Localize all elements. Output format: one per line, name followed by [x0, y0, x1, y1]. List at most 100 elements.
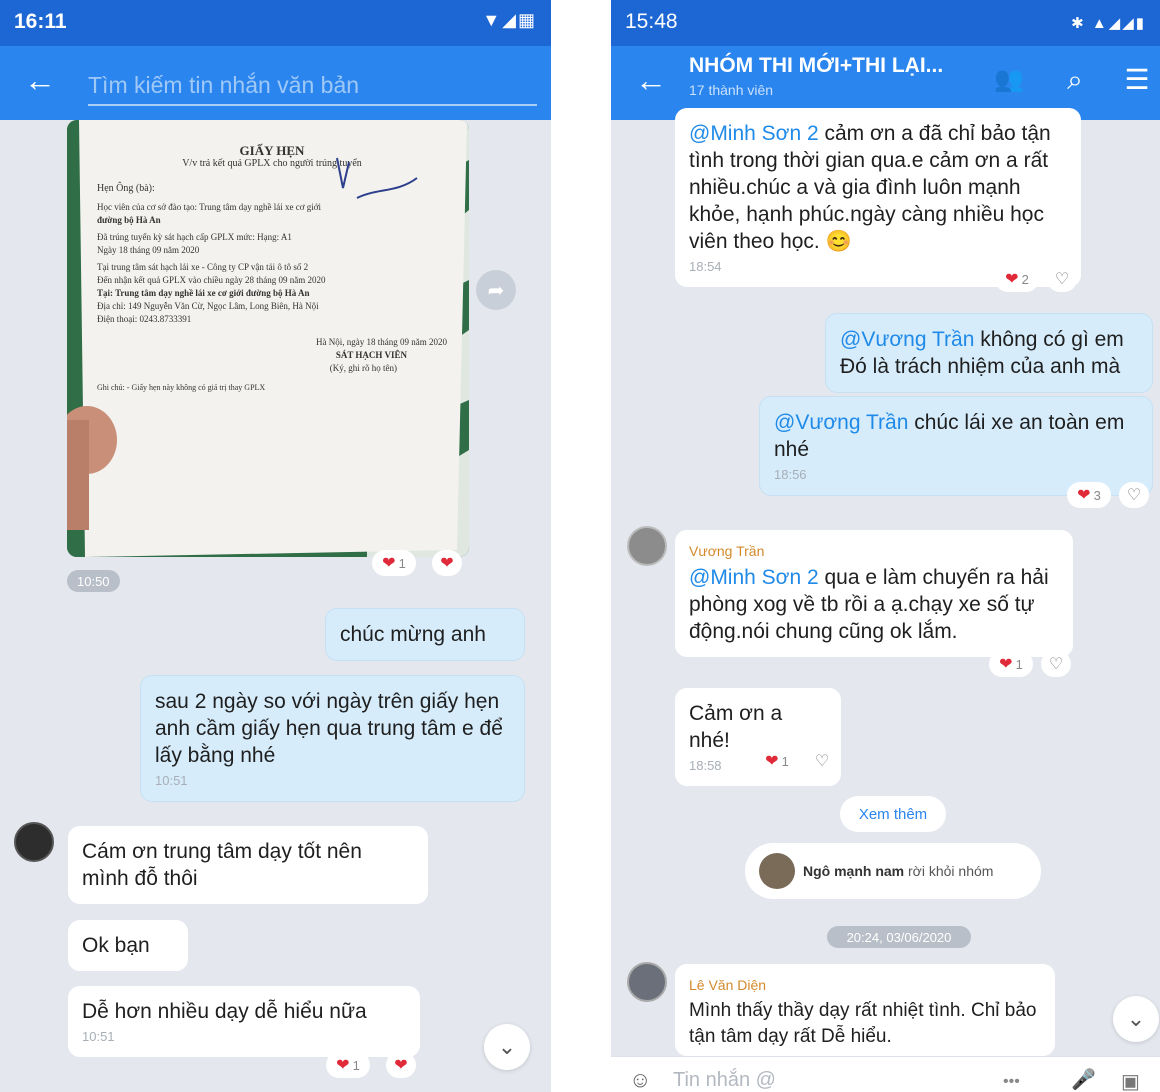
right-phone-screenshot: 15:48 ✱ ▲◢◢▮ ← NHÓM THI MỚI+THI LẠI... 1… — [611, 0, 1160, 1092]
status-icons: ✱ ▲◢◢▮ — [1071, 15, 1146, 32]
back-arrow-icon[interactable]: ← — [635, 64, 667, 96]
search-input[interactable] — [88, 66, 537, 104]
message-text: Dễ hơn nhiều dạy dễ hiểu nữa — [82, 1000, 367, 1023]
message-text: Cảm ơn a nhé! — [689, 702, 783, 752]
heart-outline-icon: ♡ — [1048, 656, 1064, 673]
system-text: Ngô mạnh nam rời khỏi nhóm — [803, 863, 993, 879]
message-reaction-count[interactable]: ❤ 1 — [989, 651, 1033, 677]
reaction-number: 1 — [398, 555, 406, 571]
slip-line-7: Tại: Trung tâm dạy nghề lái xe cơ giới đ… — [97, 288, 310, 298]
status-icons: ▼◢▦ — [482, 10, 537, 30]
message-reaction-count[interactable]: ❤ 2 — [995, 266, 1039, 292]
heart-outline-icon: ♡ — [1054, 271, 1070, 288]
sender-name[interactable]: Vương Trần — [689, 542, 1059, 560]
mention[interactable]: @Minh Sơn 2 — [689, 566, 819, 589]
like-button[interactable]: ♡ — [807, 748, 837, 774]
emoji-icon[interactable]: ☺ — [629, 1067, 651, 1092]
search-box[interactable] — [88, 66, 537, 106]
image-icon[interactable]: ▣ — [1121, 1069, 1140, 1092]
message-text: Ok bạn — [82, 934, 150, 957]
message-input[interactable]: Tin nhắn @ — [673, 1069, 776, 1092]
reaction-number: 1 — [781, 753, 789, 769]
outgoing-message[interactable]: @Vương Trần không có gì em Đó là trách n… — [825, 313, 1153, 393]
heart-icon: ❤ — [765, 753, 779, 770]
reaction-number: 3 — [1093, 487, 1101, 503]
message-text: @Minh Sơn 2 qua e làm chuyến ra hải phòn… — [689, 564, 1059, 645]
heart-icon: ❤ — [1005, 271, 1019, 288]
menu-icon[interactable]: ☰ — [1119, 62, 1155, 98]
message-text: @Vương Trần không có gì em Đó là trách n… — [840, 326, 1138, 380]
slip-line-8: Địa chỉ: 149 Nguyễn Văn Cừ, Ngọc Lâm, Lo… — [97, 301, 319, 311]
outgoing-message[interactable]: sau 2 ngày so với ngày trên giấy hẹn anh… — [140, 675, 525, 802]
status-bar: 16:11 ▼◢▦ — [0, 0, 551, 46]
message-text: Mình thấy thầy dạy rất nhiệt tình. Chỉ b… — [689, 1000, 1037, 1047]
heart-icon: ❤ — [336, 1057, 350, 1074]
share-icon[interactable]: ➦ — [476, 270, 516, 310]
slip-note: Ghi chú: - Giấy hẹn này không có giá trị… — [97, 383, 266, 392]
message-reaction-count[interactable]: ❤ 1 — [755, 748, 799, 774]
avatar[interactable] — [759, 853, 795, 889]
slip-line-5: Tại trung tâm sát hạch lái xe - Công ty … — [97, 262, 309, 272]
mention[interactable]: @Minh Sơn 2 — [689, 122, 819, 145]
microphone-icon[interactable]: 🎤 — [1071, 1067, 1096, 1092]
message-time: 18:56 — [774, 467, 807, 482]
incoming-message[interactable]: @Minh Sơn 2 cảm ơn a đã chỉ bảo tận tình… — [675, 108, 1081, 287]
group-title[interactable]: NHÓM THI MỚI+THI LẠI... — [689, 54, 943, 78]
incoming-message[interactable]: Ok bạn — [68, 920, 188, 971]
status-bar: 15:48 ✱ ▲◢◢▮ — [611, 0, 1160, 46]
date-separator: 20:24, 03/06/2020 — [827, 926, 971, 948]
status-time: 16:11 — [14, 10, 67, 33]
like-button[interactable]: ♡ — [1041, 651, 1071, 677]
scroll-down-icon[interactable]: ⌄ — [1113, 996, 1159, 1042]
message-time: 10:51 — [82, 1029, 115, 1044]
see-more-button[interactable]: Xem thêm — [840, 796, 946, 832]
more-icon[interactable]: ••• — [1003, 1073, 1020, 1091]
system-message: rời khỏi nhóm — [904, 863, 994, 879]
like-button[interactable]: ❤ — [386, 1052, 416, 1078]
slip-sign-sub: (Ký, ghi rõ họ tên) — [329, 363, 397, 373]
incoming-message[interactable]: Lê Văn Diện Mình thấy thầy dạy rất nhiệt… — [675, 964, 1055, 1056]
compose-bar: ☺ Tin nhắn @ ••• 🎤 ▣ — [611, 1056, 1160, 1092]
message-time: 10:51 — [155, 773, 188, 788]
message-text: @Vương Trần chúc lái xe an toàn em nhé — [774, 409, 1138, 463]
mention[interactable]: @Vương Trần — [774, 411, 908, 434]
message-text: sau 2 ngày so với ngày trên giấy hẹn anh… — [155, 690, 503, 767]
member-count: 17 thành viên — [689, 82, 774, 98]
scroll-down-icon[interactable]: ⌄ — [484, 1024, 530, 1070]
add-member-icon[interactable]: 👥 — [991, 62, 1027, 98]
like-button[interactable]: ♡ — [1119, 482, 1149, 508]
avatar[interactable] — [14, 822, 54, 862]
heart-icon: ❤ — [1077, 487, 1091, 504]
slip-sign-title: SÁT HẠCH VIÊN — [335, 350, 407, 360]
heart-icon: ❤ — [382, 555, 396, 572]
outgoing-message[interactable]: chúc mừng anh — [325, 608, 525, 661]
photo-reaction-count[interactable]: ❤ 1 — [372, 550, 416, 576]
avatar[interactable] — [627, 526, 667, 566]
appointment-slip-photo[interactable]: GIẤY HẸN V/v trả kết quả GPLX cho người … — [67, 120, 469, 557]
message-text: @Minh Sơn 2 cảm ơn a đã chỉ bảo tận tình… — [689, 120, 1067, 255]
message-reaction-count[interactable]: ❤ 3 — [1067, 482, 1111, 508]
system-user-name[interactable]: Ngô mạnh nam — [803, 863, 904, 879]
mention[interactable]: @Vương Trần — [840, 328, 974, 351]
back-arrow-icon[interactable]: ← — [24, 64, 56, 96]
message-reaction-count[interactable]: ❤ 1 — [326, 1052, 370, 1078]
slip-line-4: Ngày 18 tháng 09 năm 2020 — [97, 245, 200, 255]
heart-outline-icon: ♡ — [1126, 487, 1142, 504]
search-icon[interactable]: ⌕ — [1057, 62, 1093, 98]
heart-icon: ❤ — [394, 1057, 408, 1074]
avatar[interactable] — [627, 962, 667, 1002]
like-button[interactable]: ♡ — [1047, 266, 1077, 292]
incoming-message[interactable]: Vương Trần @Minh Sơn 2 qua e làm chuyến … — [675, 530, 1073, 657]
outgoing-message[interactable]: @Vương Trần chúc lái xe an toàn em nhé 1… — [759, 396, 1153, 496]
slip-date: Hà Nội, ngày 18 tháng 09 năm 2020 — [316, 337, 447, 347]
incoming-message[interactable]: Cám ơn trung tâm dạy tốt nên mình đỗ thô… — [68, 826, 428, 904]
heart-outline-icon: ♡ — [814, 753, 830, 770]
slip-line-6: Đến nhận kết quả GPLX vào chiều ngày 28 … — [97, 275, 326, 285]
slip-text: GIẤY HẸN V/v trả kết quả GPLX cho người … — [97, 144, 447, 394]
slip-line-9: Điện thoại: 0243.8733391 — [97, 314, 192, 324]
reaction-number: 1 — [1015, 656, 1023, 672]
photo-like-button[interactable]: ❤ — [432, 550, 462, 576]
left-phone-screenshot: 16:11 ▼◢▦ ← GIẤY HẸN V/v trả kết quả GPL… — [0, 0, 551, 1092]
incoming-message[interactable]: Dễ hơn nhiều dạy dễ hiểu nữa 10:51 — [68, 986, 420, 1057]
sender-name[interactable]: Lê Văn Diện — [689, 976, 1041, 994]
